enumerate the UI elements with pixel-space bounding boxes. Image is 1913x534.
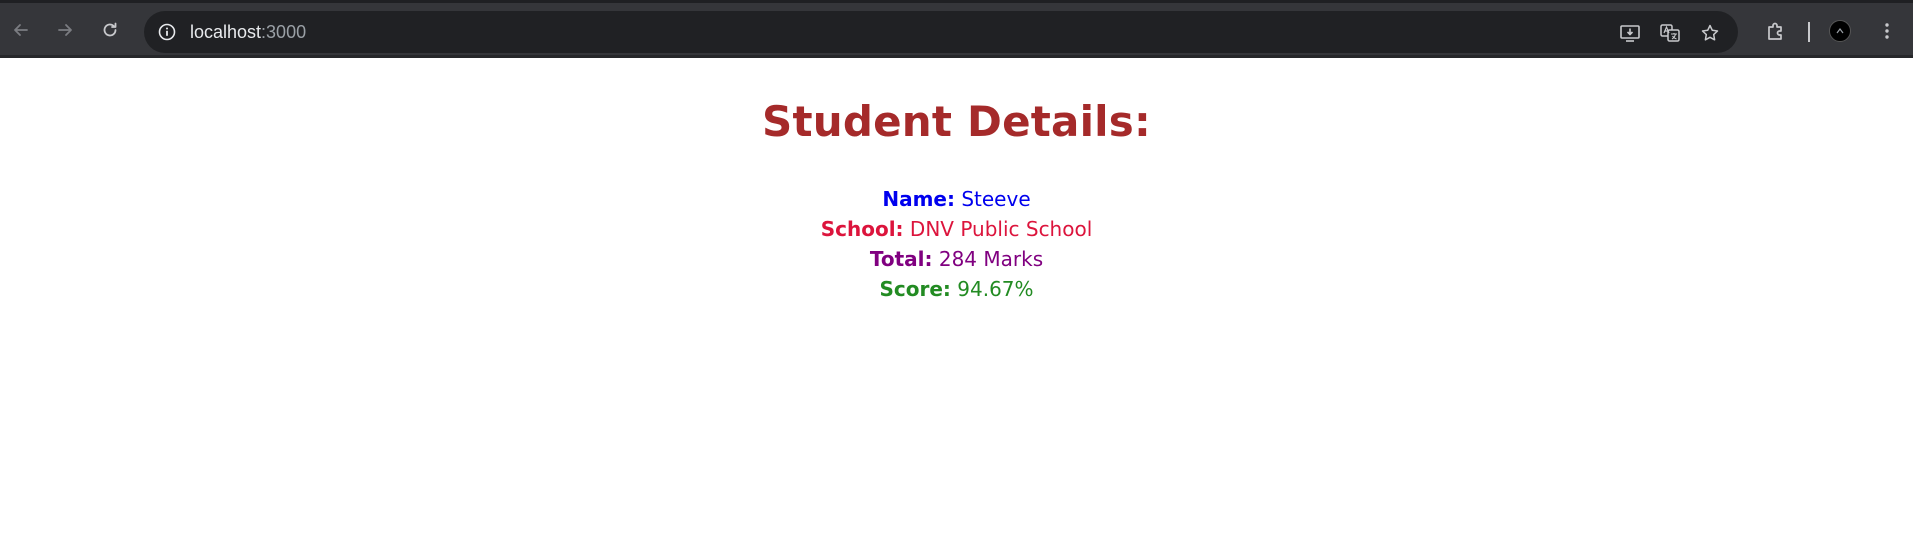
back-arrow-icon	[14, 24, 28, 36]
url-port: :3000	[261, 22, 307, 42]
forward-button[interactable]	[52, 17, 78, 43]
school-value: DNV Public School	[909, 217, 1093, 241]
reload-icon	[103, 22, 117, 37]
tab-strip	[0, 0, 1913, 3]
school-label: School:	[820, 217, 904, 241]
bookmark-button[interactable]	[1697, 20, 1723, 46]
total-label: Total:	[869, 247, 933, 271]
score-label: Score:	[879, 277, 951, 301]
url-host: localhost	[190, 22, 262, 42]
extensions-button[interactable]	[1762, 17, 1790, 45]
name-label: Name:	[882, 187, 955, 211]
browser-toolbar: localhost:3000	[0, 0, 1913, 58]
student-details: Name: Steeve School: DNV Public School T…	[0, 184, 1913, 304]
score-row: Score: 94.67%	[0, 274, 1913, 304]
install-app-icon	[1620, 25, 1640, 42]
total-row: Total: 284 Marks	[0, 244, 1913, 274]
back-button[interactable]	[8, 17, 34, 43]
install-app-button[interactable]	[1617, 20, 1643, 46]
name-row: Name: Steeve	[0, 184, 1913, 214]
page-title: Student Details:	[762, 97, 1151, 146]
site-info-button[interactable]	[154, 19, 180, 45]
reload-button[interactable]	[97, 17, 123, 43]
profile-avatar[interactable]	[1829, 20, 1851, 42]
address-bar[interactable]: localhost:3000	[144, 11, 1738, 53]
toolbar-divider	[1808, 22, 1810, 42]
translate-button[interactable]	[1657, 20, 1683, 46]
page-content: Student Details: Name: Steeve School: DN…	[0, 61, 1913, 534]
total-value: 284 Marks	[938, 247, 1044, 271]
bookmark-star-icon	[1701, 24, 1719, 41]
school-row: School: DNV Public School	[0, 214, 1913, 244]
profile-icon	[1836, 28, 1844, 34]
translate-icon	[1660, 24, 1680, 42]
name-value: Steeve	[961, 187, 1031, 211]
forward-arrow-icon	[58, 24, 72, 36]
browser-menu-button[interactable]	[1873, 17, 1901, 45]
score-value: 94.67%	[957, 277, 1034, 301]
extensions-icon	[1768, 22, 1782, 40]
url-text[interactable]: localhost:3000	[190, 22, 306, 43]
site-info-icon	[158, 23, 176, 41]
menu-kebab-icon	[1885, 23, 1889, 39]
